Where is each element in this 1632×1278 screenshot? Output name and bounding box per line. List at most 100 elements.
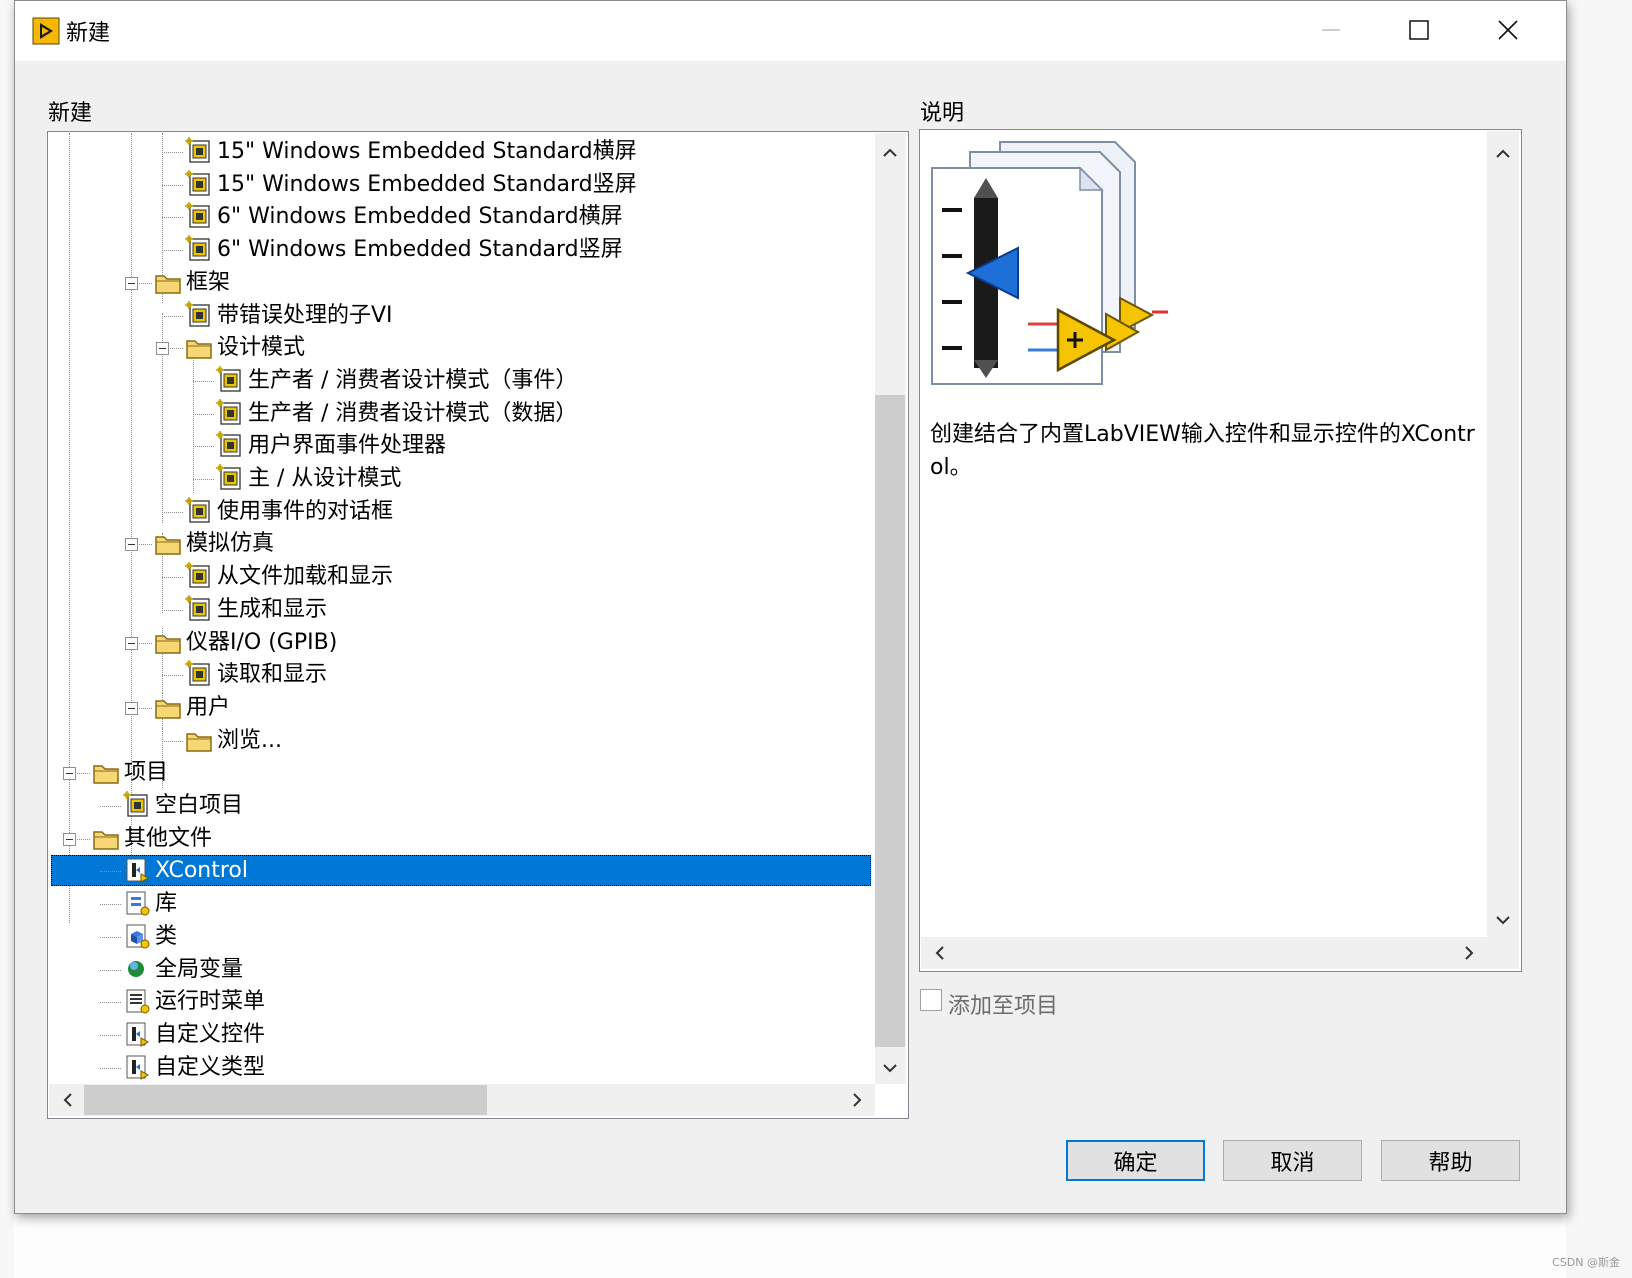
tree-item[interactable]: 生成和显示 [51, 594, 851, 625]
collapse-toggle[interactable] [63, 832, 76, 846]
tree-branch-line [162, 511, 183, 513]
vi-template-icon [216, 464, 244, 492]
tree-item-label: 用户界面事件处理器 [248, 433, 447, 459]
description-horizontal-scrollbar[interactable] [921, 937, 1519, 969]
collapse-toggle[interactable] [125, 701, 138, 715]
folder-icon [92, 824, 120, 852]
tree-item-label: 框架 [186, 269, 231, 295]
tree-branch-line [193, 413, 214, 415]
new-section-label: 新建 [48, 101, 93, 126]
description-vertical-scrollbar[interactable] [1487, 131, 1519, 937]
close-icon [1498, 20, 1518, 40]
tree-item-label: 读取和显示 [217, 662, 328, 688]
collapse-toggle[interactable] [63, 767, 76, 781]
description-panel: 创建结合了内置LabVIEW输入控件和显示控件的XControl。 [919, 129, 1522, 972]
tree-branch-line [162, 675, 183, 677]
tree-item-label: 设计模式 [217, 335, 306, 361]
tree-vertical-scroll-thumb[interactable] [875, 395, 905, 1047]
tree-item[interactable]: 类 [51, 921, 851, 952]
tree-item[interactable]: 用户 [51, 692, 851, 723]
close-button[interactable] [1464, 1, 1552, 59]
tree-item-label: 带错误处理的子VI [217, 302, 393, 328]
tree-item[interactable]: 模拟仿真 [51, 528, 851, 559]
tree-item[interactable]: 仪器I/O (GPIB) [51, 627, 851, 658]
tree-branch-line [162, 315, 183, 317]
folder-icon [154, 529, 182, 557]
tree-item[interactable]: 15" Windows Embedded Standard竖屏 [51, 169, 851, 200]
collapse-toggle[interactable] [125, 636, 138, 650]
title-bar[interactable]: 新建 [15, 1, 1566, 61]
tree-scroll-left-button[interactable] [55, 1087, 81, 1113]
tree-item[interactable]: 自定义控件 [51, 1019, 851, 1050]
description-section-label: 说明 [920, 101, 965, 126]
tree-scroll-down-button[interactable] [877, 1055, 903, 1081]
description-scroll-left-button[interactable] [927, 940, 953, 966]
tree-item[interactable]: 其他文件 [51, 823, 851, 854]
tree-item-label: 全局变量 [155, 956, 244, 982]
tree-item-label: 生产者 / 消费者设计模式（数据） [248, 400, 578, 426]
description-scroll-down-button[interactable] [1490, 907, 1516, 933]
tree-item[interactable]: 读取和显示 [51, 659, 851, 690]
new-items-tree-panel[interactable]: 15" Windows Embedded Standard横屏 15" Windo… [47, 131, 909, 1119]
add-to-project-checkbox[interactable] [920, 989, 942, 1011]
minimize-icon [1322, 29, 1340, 31]
vi-template-icon [185, 594, 213, 623]
tree-branch-line [162, 250, 183, 252]
cancel-button[interactable]: 取消 [1223, 1140, 1362, 1181]
vi-template-icon [216, 431, 244, 459]
tree-item[interactable]: 生产者 / 消费者设计模式（数据） [51, 398, 851, 429]
tree-vertical-scrollbar[interactable] [875, 133, 906, 1084]
tree-item[interactable]: 用户界面事件处理器 [51, 430, 851, 461]
maximize-button[interactable] [1375, 1, 1463, 59]
vi-template-icon [185, 137, 213, 165]
tree-item[interactable]: 浏览... [51, 725, 851, 756]
tree-item-label: 15" Windows Embedded Standard横屏 [217, 139, 637, 164]
tree-item-label: 自定义类型 [155, 1054, 266, 1080]
description-scroll-up-button[interactable] [1490, 141, 1516, 167]
globe-icon [123, 955, 151, 983]
new-items-tree[interactable]: 15" Windows Embedded Standard横屏 15" Windo… [49, 133, 873, 1084]
collapse-toggle[interactable] [156, 342, 169, 356]
tree-item[interactable]: 主 / 从设计模式 [51, 463, 851, 494]
tree-item[interactable]: 空白项目 [51, 790, 851, 821]
tree-item[interactable]: 带错误处理的子VI [51, 300, 851, 331]
tree-item-label: 空白项目 [155, 793, 244, 818]
description-scroll-right-button[interactable] [1456, 940, 1482, 966]
tree-item[interactable]: 项目 [51, 757, 851, 788]
minimize-button[interactable] [1287, 1, 1375, 59]
class-icon [123, 922, 151, 950]
collapse-toggle[interactable] [125, 538, 138, 552]
ok-button[interactable]: 确定 [1066, 1140, 1205, 1181]
tree-item[interactable]: 从文件加载和显示 [51, 561, 851, 592]
tree-scroll-right-button[interactable] [844, 1087, 870, 1113]
tree-branch-line [162, 152, 183, 153]
tree-horizontal-scroll-thumb[interactable] [84, 1085, 487, 1115]
tree-horizontal-scrollbar[interactable] [49, 1084, 875, 1116]
chevron-right-icon [1465, 946, 1474, 960]
project-icon [123, 791, 151, 819]
background-window-right [1566, 0, 1632, 1278]
tree-item[interactable]: 自定义类型 [51, 1052, 851, 1083]
xcontrol-preview-icon [931, 141, 1168, 385]
tree-item[interactable]: 6" Windows Embedded Standard竖屏 [51, 234, 851, 265]
add-to-project-label: 添加至项目 [948, 994, 1059, 1019]
tree-item[interactable]: 全局变量 [51, 954, 851, 985]
tree-item-label: 模拟仿真 [186, 531, 275, 557]
help-button[interactable]: 帮助 [1381, 1140, 1520, 1181]
collapse-toggle[interactable] [125, 276, 138, 290]
vi-template-icon [185, 300, 213, 329]
tree-item[interactable]: 生产者 / 消费者设计模式（事件） [51, 365, 851, 396]
tree-item-label: 自定义控件 [155, 1021, 266, 1047]
vi-template-icon [185, 169, 213, 198]
tree-item[interactable]: 使用事件的对话框 [51, 496, 851, 527]
tree-item[interactable]: 6" Windows Embedded Standard横屏 [51, 201, 851, 232]
tree-item[interactable]: XControl [51, 855, 871, 887]
tree-item[interactable]: 设计模式 [51, 332, 851, 363]
control-file-icon [123, 1020, 151, 1048]
tree-item[interactable]: 框架 [51, 267, 851, 298]
tree-item[interactable]: 15" Windows Embedded Standard横屏 [51, 136, 851, 167]
tree-scroll-up-button[interactable] [877, 140, 903, 166]
tree-item-label: 类 [155, 923, 178, 949]
tree-item[interactable]: 运行时菜单 [51, 986, 851, 1017]
tree-item[interactable]: 库 [51, 888, 851, 919]
